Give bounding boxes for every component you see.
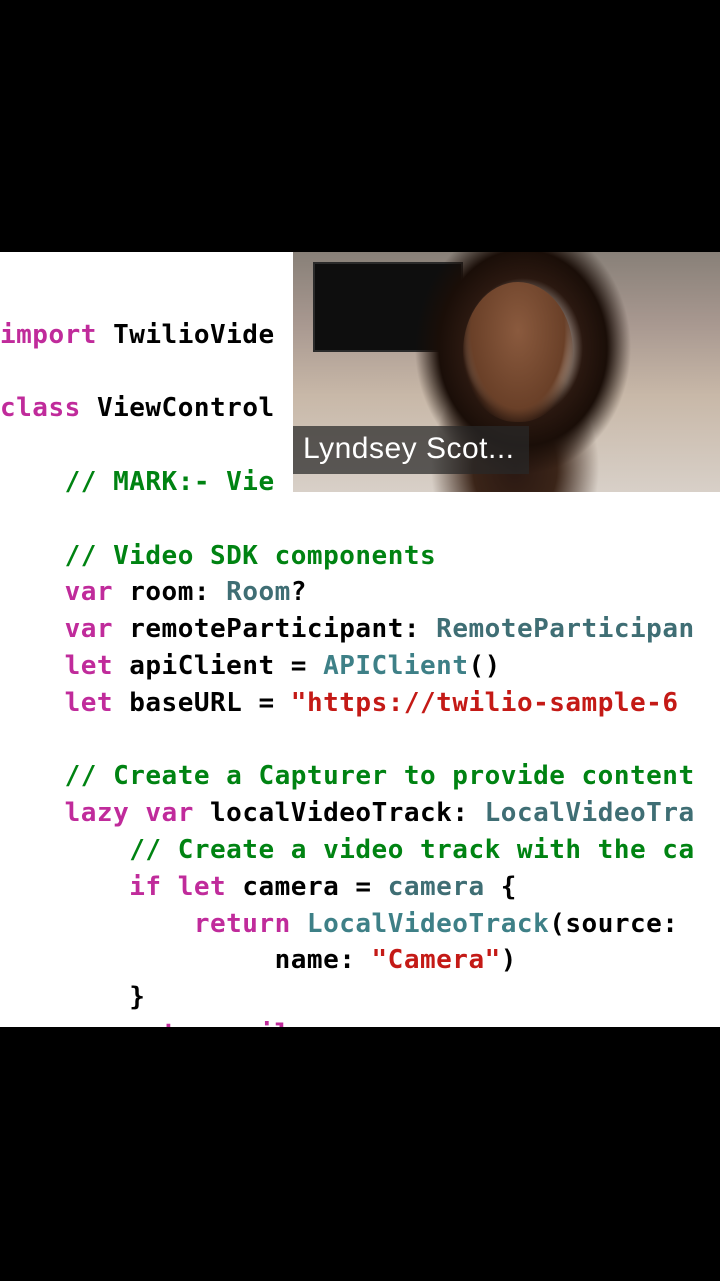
code-indent — [0, 614, 65, 644]
code-keyword: if — [129, 872, 161, 902]
video-subject — [463, 282, 573, 422]
code-keyword: lazy — [65, 798, 130, 828]
code-text — [113, 688, 129, 718]
code-indent — [0, 909, 194, 939]
code-text — [226, 872, 242, 902]
code-indent — [0, 1019, 129, 1027]
code-identifier: ViewControl — [97, 393, 275, 423]
code-type: LocalVideoTra — [485, 798, 695, 828]
code-text — [291, 909, 307, 939]
code-indent — [0, 688, 65, 718]
code-indent — [0, 835, 129, 865]
code-keyword: var — [65, 614, 113, 644]
code-indent — [0, 761, 65, 791]
code-identifier: localVideoTrack: — [210, 798, 485, 828]
code-text: (source: — [549, 909, 678, 939]
code-identifier: baseURL = — [129, 688, 291, 718]
code-comment: // Create a Capturer to provide content — [65, 761, 695, 791]
code-indent — [0, 945, 275, 975]
code-identifier: apiClient = — [129, 651, 323, 681]
code-comment: // Create a video track with the ca — [129, 835, 694, 865]
code-type: RemoteParticipan — [436, 614, 694, 644]
code-identifier: name: — [275, 945, 372, 975]
code-identifier: camera — [388, 872, 485, 902]
code-type: APIClient — [323, 651, 468, 681]
code-keyword: var — [145, 798, 193, 828]
code-text: { — [485, 872, 517, 902]
code-indent — [0, 798, 65, 828]
code-text: ) — [501, 945, 517, 975]
code-text — [113, 651, 129, 681]
code-identifier: camera = — [242, 872, 387, 902]
code-type: Room — [226, 577, 291, 607]
code-text: () — [468, 651, 500, 681]
code-identifier: remoteParticipant: — [129, 614, 436, 644]
code-keyword: import — [0, 320, 97, 350]
code-comment: // MARK:- Vie — [65, 467, 275, 497]
code-keyword: return — [129, 1019, 226, 1027]
code-indent — [0, 651, 65, 681]
code-string: "Camera" — [372, 945, 501, 975]
code-comment: // Video SDK components — [65, 541, 437, 571]
code-keyword: return — [194, 909, 291, 939]
video-participant-tile[interactable]: Lyndsey Scot... — [293, 252, 720, 492]
code-text — [113, 614, 129, 644]
code-indent — [0, 577, 65, 607]
code-indent — [0, 872, 129, 902]
code-keyword: let — [178, 872, 226, 902]
code-string: "https://twilio-sample-6 — [291, 688, 679, 718]
code-text — [162, 872, 178, 902]
code-text — [113, 577, 129, 607]
code-indent — [0, 982, 129, 1012]
code-type: LocalVideoTrack — [307, 909, 549, 939]
code-keyword: class — [0, 393, 81, 423]
code-text: ? — [291, 577, 307, 607]
code-text — [194, 798, 210, 828]
code-text — [129, 798, 145, 828]
code-text: } — [129, 982, 145, 1012]
code-identifier: TwilioVide — [113, 320, 275, 350]
code-keyword: let — [65, 651, 113, 681]
code-text — [97, 320, 113, 350]
code-text — [81, 393, 97, 423]
participant-name-label: Lyndsey Scot... — [293, 426, 529, 474]
code-keyword: var — [65, 577, 113, 607]
code-indent — [0, 541, 65, 571]
code-indent — [0, 467, 65, 497]
code-identifier: room: — [129, 577, 226, 607]
code-text — [226, 1019, 242, 1027]
code-nil: nil — [242, 1019, 290, 1027]
code-keyword: let — [65, 688, 113, 718]
